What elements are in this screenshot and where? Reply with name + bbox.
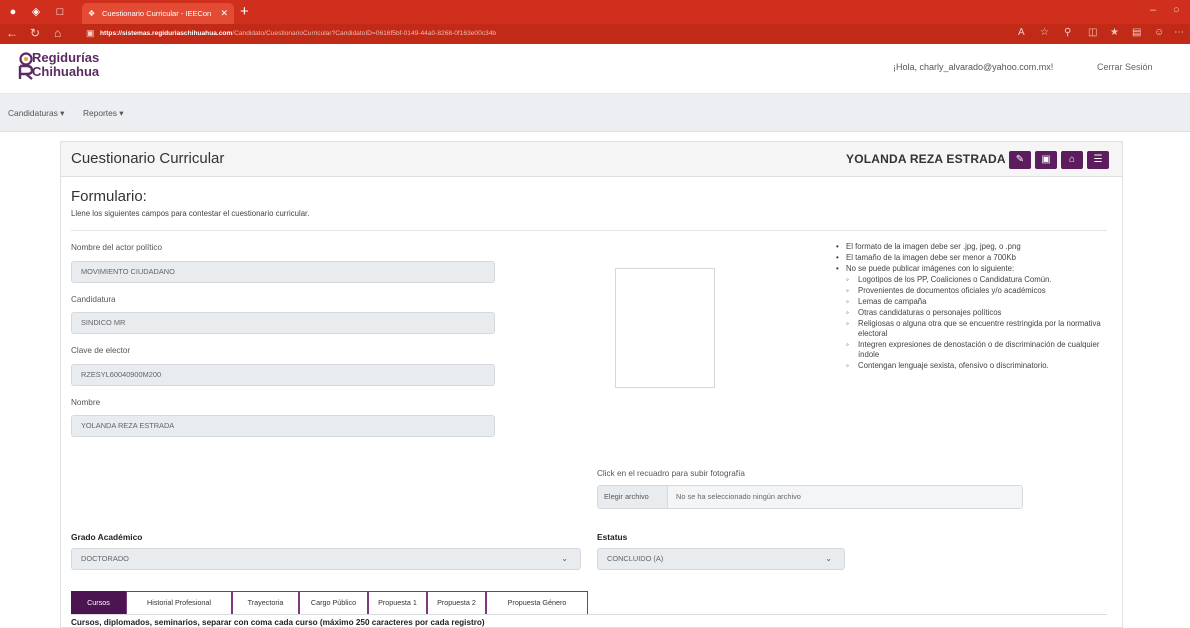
clave-field: RZESYL60040900M200 [71, 364, 495, 386]
grado-label: Grado Académico [71, 532, 143, 542]
split-screen-icon[interactable]: ◫ [1088, 27, 1097, 38]
nav-reportes[interactable]: Reportes ▾ [83, 108, 124, 118]
edit-icon[interactable]: ✎ [1009, 151, 1031, 169]
tab-historial-profesional[interactable]: Historial Profesional [126, 591, 232, 615]
profile-menu-icon[interactable]: ☺ [1154, 27, 1164, 38]
clave-label: Clave de elector [71, 346, 131, 355]
site-header: Regidurías Chihuahua ¡Hola, charly_alvar… [0, 44, 1190, 94]
minimize-icon[interactable]: – [1150, 4, 1156, 16]
tab-propuesta-genero[interactable]: Propuesta Género [486, 591, 588, 615]
rule-subitem: Integren expresiones de denostación o de… [836, 340, 1106, 360]
divider [71, 230, 1107, 231]
rule-subitem: Logotipos de los PP, Coaliciones o Candi… [836, 275, 1106, 285]
nombre-field: YOLANDA REZA ESTRADA [71, 415, 495, 437]
url-path: /Candidato/CuestionarioCurricular?Candid… [232, 30, 497, 37]
candidate-name: YOLANDA REZA ESTRADA [846, 152, 1006, 166]
tab-cursos[interactable]: Cursos [71, 591, 126, 615]
nombre-label: Nombre [71, 398, 101, 407]
more-menu-icon[interactable]: ⋯ [1174, 27, 1184, 38]
actor-label: Nombre del actor político [71, 243, 163, 252]
logout-link[interactable]: Cerrar Sesión [1097, 62, 1153, 72]
image-rules: El formato de la imagen debe ser .jpg, j… [836, 242, 1106, 372]
questionnaire-card: Cuestionario Curricular YOLANDA REZA EST… [60, 141, 1123, 628]
profile-icon[interactable]: ● [6, 5, 20, 19]
url-domain: https://sistemas.regiduriaschihuahua.com [100, 30, 233, 37]
nav-candidaturas[interactable]: Candidaturas ▾ [8, 108, 64, 118]
photo-file-input[interactable]: Elegir archivo No se ha seleccionado nin… [597, 485, 1023, 509]
chevron-down-icon: ⌄ [561, 554, 568, 563]
favicon-icon: ❖ [88, 9, 96, 18]
main-navbar: Candidaturas ▾ Reportes ▾ [0, 94, 1190, 132]
tabs-divider [71, 614, 1107, 615]
restore-icon[interactable]: ○ [1173, 4, 1180, 16]
browser-tab[interactable]: ❖ Cuestionario Curricular - IEECon ✕ [82, 3, 234, 24]
back-icon[interactable]: ← [6, 26, 18, 41]
new-tab-icon[interactable]: + [240, 4, 249, 19]
rule-subitem: Provenientes de documentos oficiales y/o… [836, 286, 1106, 296]
url-field[interactable]: https://sistemas.regiduriaschihuahua.com… [100, 27, 1140, 41]
browser-tab-bar: ● ◈ □ ❖ Cuestionario Curricular - IEECon… [0, 0, 1190, 24]
tab-cargo-publico[interactable]: Cargo Público [299, 591, 368, 615]
read-aloud-icon[interactable]: A [1018, 27, 1025, 38]
tab-propuesta-1[interactable]: Propuesta 1 [368, 591, 427, 615]
card-title: Cuestionario Curricular [71, 150, 225, 167]
rule-item: El formato de la imagen debe ser .jpg, j… [836, 242, 1106, 252]
rule-subitem: Contengan lenguaje sexista, ofensivo o d… [836, 361, 1106, 371]
rule-item: El tamaño de la imagen debe ser menor a … [836, 253, 1106, 263]
photo-upload-box[interactable] [615, 268, 715, 388]
rule-subitem: Otras candidaturas o personajes político… [836, 308, 1106, 318]
candidatura-label: Candidatura [71, 295, 116, 304]
estatus-value: CONCLUIDO (A) [607, 554, 664, 563]
favorite-star-icon[interactable]: ☆ [1040, 27, 1049, 38]
rule-subitem: Religiosas o alguna otra que se encuentr… [836, 319, 1106, 339]
estatus-label: Estatus [597, 532, 628, 542]
document-icon[interactable]: ☰ [1087, 151, 1109, 169]
home-icon[interactable]: ⌂ [1061, 151, 1083, 169]
home-browser-icon[interactable]: ⌂ [54, 26, 61, 41]
address-bar: ← ↻ ⌂ ▣ https://sistemas.regiduriaschihu… [0, 24, 1190, 44]
card-header: Cuestionario Curricular YOLANDA REZA EST… [61, 142, 1122, 177]
rule-item: No se puede publicar imágenes con lo sig… [836, 264, 1106, 274]
cursos-label: Cursos, diplomados, seminarios, separar … [71, 618, 485, 627]
lock-icon: ▣ [86, 28, 95, 38]
logo-text[interactable]: Regidurías Chihuahua [32, 51, 99, 79]
zoom-icon[interactable]: ⚲ [1064, 27, 1071, 38]
file-status: No se ha seleccionado ningún archivo [676, 492, 801, 501]
chevron-down-icon: ⌄ [825, 554, 832, 563]
choose-file-button[interactable]: Elegir archivo [598, 486, 668, 508]
candidatura-field: SINDICO MR [71, 312, 495, 334]
grado-select[interactable]: DOCTORADO ⌄ [71, 548, 581, 570]
save-icon[interactable]: ▣ [1035, 151, 1057, 169]
tab-title: Cuestionario Curricular - IEECon [102, 9, 212, 18]
favorites-icon[interactable]: ★ [1110, 27, 1119, 38]
grado-value: DOCTORADO [81, 554, 129, 563]
tab-trayectoria[interactable]: Trayectoria [232, 591, 299, 615]
rule-subitem: Lemas de campaña [836, 297, 1106, 307]
close-tab-icon[interactable]: ✕ [220, 3, 228, 24]
form-subtitle: Llene los siguientes campos para contest… [71, 209, 310, 218]
reload-icon[interactable]: ↻ [30, 26, 40, 41]
tab-actions-icon[interactable]: □ [53, 5, 67, 19]
collections-icon[interactable]: ▤ [1132, 27, 1141, 38]
logo-line-2: Chihuahua [32, 64, 100, 79]
photo-instruction: Click en el recuadro para subir fotograf… [597, 469, 745, 478]
logo-line-1: Regidurías [32, 50, 100, 65]
tab-propuesta-2[interactable]: Propuesta 2 [427, 591, 486, 615]
user-greeting: ¡Hola, charly_alvarado@yahoo.com.mx! [893, 62, 1054, 72]
estatus-select[interactable]: CONCLUIDO (A) ⌄ [597, 548, 845, 570]
workspaces-icon[interactable]: ◈ [29, 5, 43, 19]
actor-field: MOVIMIENTO CIUDADANO [71, 261, 495, 283]
form-title: Formulario: [71, 188, 147, 205]
